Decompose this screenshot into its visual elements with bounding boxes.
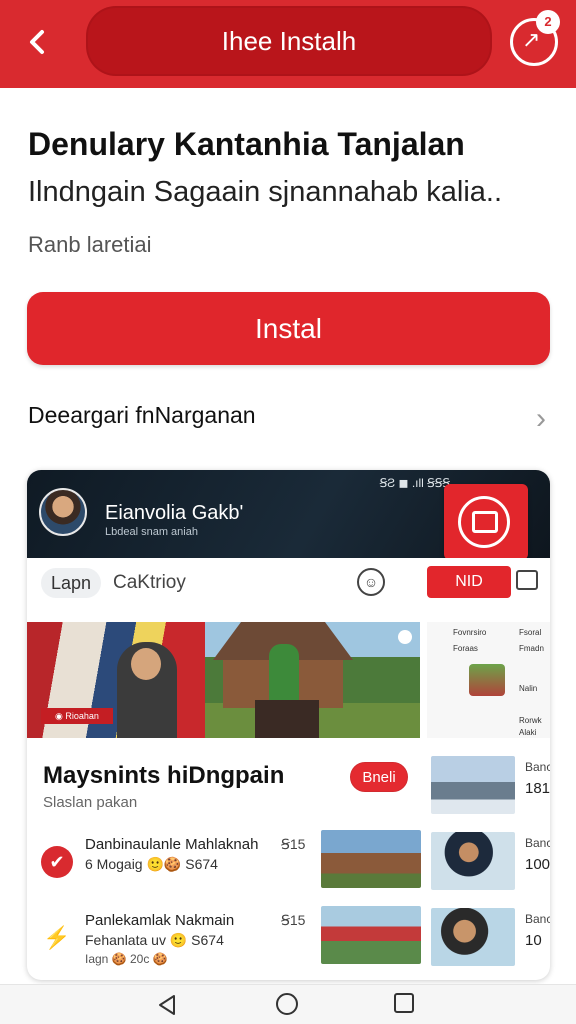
- avatar: [39, 488, 87, 536]
- side-item-image: [431, 756, 515, 814]
- list-item-title: Danbinaulanle Mahlaknah: [85, 836, 259, 853]
- camera-icon: [398, 630, 412, 644]
- section-subtitle: Slaslan pakan: [43, 794, 138, 811]
- list-item-extra: Iagn 🍪 20c 🍪: [85, 952, 168, 966]
- install-button[interactable]: Instal: [27, 292, 550, 365]
- person-face: [131, 648, 161, 680]
- list-item[interactable]: ⚡ Panlekamlak Nakmain Fehanlata uv 🙂 S67…: [27, 906, 427, 978]
- notification-badge: 2: [536, 10, 560, 34]
- app-title: Denulary Kantanhia Tanjalan: [28, 126, 465, 162]
- mini-photo: [469, 664, 505, 696]
- side-mini-panel: Fovnrsiro Fsoral Foraas Fmadn Nalin Rorw…: [427, 622, 550, 738]
- list-item[interactable]: ✔ Danbinaulanle Mahlaknah 6 Mogaig 🙂🍪 S6…: [27, 830, 427, 902]
- side-item[interactable]: Banc 10: [431, 908, 550, 968]
- side-item[interactable]: Banc 181: [431, 756, 550, 816]
- side-item-label: Banc: [525, 912, 550, 926]
- chip-primary[interactable]: Lapn: [41, 568, 101, 598]
- list-item-tag: Ꞩ15: [281, 912, 306, 928]
- banner-tag: ◉ Rioahan: [41, 708, 113, 724]
- side-item-value: 181: [525, 780, 550, 797]
- box-icon: [472, 511, 498, 533]
- more-info-label: Deeargari fnNarganan: [28, 402, 256, 428]
- side-item-value: 100: [525, 856, 550, 873]
- mini-text-1: Fovnrsiro: [453, 628, 487, 637]
- side-item-image: [431, 908, 515, 966]
- nav-home-icon[interactable]: [276, 993, 298, 1015]
- status-bar: ꞨƧ ◼ .ıll ꞨꞨꞨ: [379, 476, 450, 490]
- list-item-tag: Ꞩ15: [281, 836, 306, 852]
- app-meta: Ranb laretiai: [28, 232, 152, 257]
- chevron-right-icon: ›: [536, 402, 546, 435]
- list-item-meta: 6 Mogaig 🙂🍪 S674: [85, 856, 218, 872]
- system-nav-bar: [0, 984, 576, 1024]
- mini-text-4: Fmadn: [519, 644, 544, 653]
- list-item-thumbnail: [321, 906, 421, 964]
- nd-button[interactable]: NID: [427, 566, 511, 598]
- podium: [255, 700, 319, 738]
- channel-subtitle: Lbdeal snam aniah: [105, 526, 198, 538]
- plug-icon: ⚡: [41, 922, 73, 954]
- nav-back-icon[interactable]: [156, 993, 178, 1017]
- side-item-label: Banc: [525, 836, 550, 850]
- section-button[interactable]: Bneli: [350, 762, 408, 792]
- chevron-left-icon: [30, 30, 44, 54]
- promo-icon-button[interactable]: [444, 484, 528, 560]
- message-icon[interactable]: [516, 570, 538, 590]
- side-list: Banc 181 Banc 100 Banc 10: [431, 756, 550, 976]
- app-preview-card: ꞨƧ ◼ .ıll ꞨꞨꞨ Eianvolia Gakb' Lbdeal sna…: [27, 470, 550, 980]
- list-item-meta: Fehanlata uv 🙂 S674: [85, 932, 224, 948]
- emoji-icon[interactable]: ☺: [357, 568, 385, 596]
- list-item-title: Panlekamlak Nakmain: [85, 912, 235, 929]
- mini-text-5: Nalin: [519, 684, 538, 693]
- side-item-label: Banc: [525, 760, 550, 774]
- side-item-value: 10: [525, 932, 542, 949]
- share-icon: ↗: [522, 27, 541, 52]
- mini-text-7: Alaki: [519, 728, 537, 737]
- header-title-pill: Ihee Instalh: [86, 6, 492, 76]
- channel-name: Eianvolia Gakb': [105, 502, 244, 524]
- header-title: Ihee Instalh: [221, 26, 357, 56]
- chip-secondary[interactable]: CaKtrioy: [113, 572, 186, 594]
- filter-chips: Lapn CaKtrioy ☺ NID: [27, 558, 550, 618]
- app-subtitle: Ilndngain Sagaain sjnannahab kalia..: [28, 176, 503, 208]
- banner-image-1[interactable]: ◉ Rioahan: [27, 622, 205, 738]
- back-button[interactable]: [18, 22, 58, 62]
- side-item-image: [431, 832, 515, 890]
- banner-image-2[interactable]: [205, 622, 420, 738]
- list-item-thumbnail: [321, 830, 421, 888]
- section-title: Maysnints hiDngpain: [43, 762, 285, 789]
- mini-text-6: Rorwk: [519, 716, 542, 725]
- mini-text-2: Fsoral: [519, 628, 542, 637]
- mini-text-3: Foraas: [453, 644, 478, 653]
- side-item[interactable]: Banc 100: [431, 832, 550, 892]
- more-info-row[interactable]: Deeargari fnNarganan ›: [28, 402, 548, 438]
- nav-recent-icon[interactable]: [394, 993, 414, 1013]
- check-icon: ✔: [41, 846, 73, 878]
